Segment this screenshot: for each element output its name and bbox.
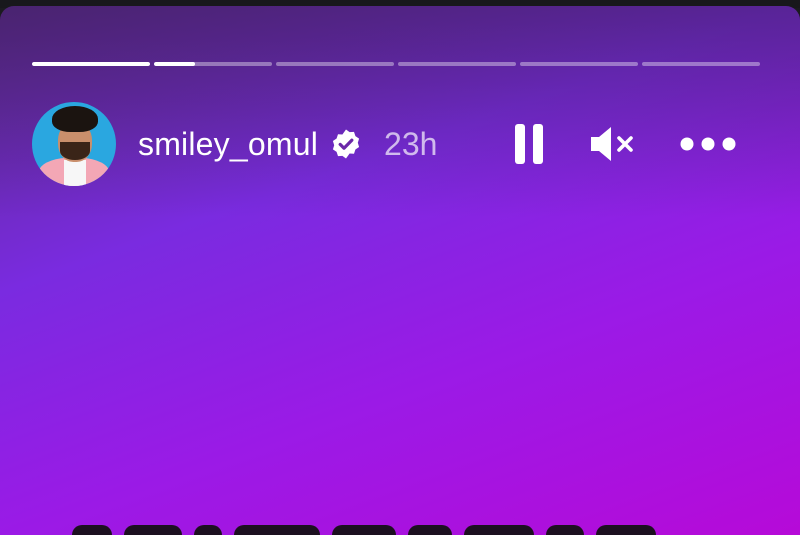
story-viewer[interactable]: smiley_omul 23h [0, 6, 800, 535]
progress-segment-2[interactable] [154, 62, 272, 66]
progress-segment-3[interactable] [276, 62, 394, 66]
story-caption-text [72, 525, 656, 535]
progress-segment-6[interactable] [642, 62, 760, 66]
pause-icon [515, 124, 543, 164]
story-controls [0, 118, 800, 170]
mute-button[interactable] [586, 118, 638, 170]
progress-segment-1[interactable] [32, 62, 150, 66]
more-options-button[interactable] [680, 118, 736, 170]
pause-button[interactable] [503, 118, 555, 170]
progress-segment-5[interactable] [520, 62, 638, 66]
more-options-icon [680, 137, 736, 151]
progress-segment-4[interactable] [398, 62, 516, 66]
story-progress-bar [32, 62, 760, 66]
muted-speaker-icon [591, 127, 633, 161]
